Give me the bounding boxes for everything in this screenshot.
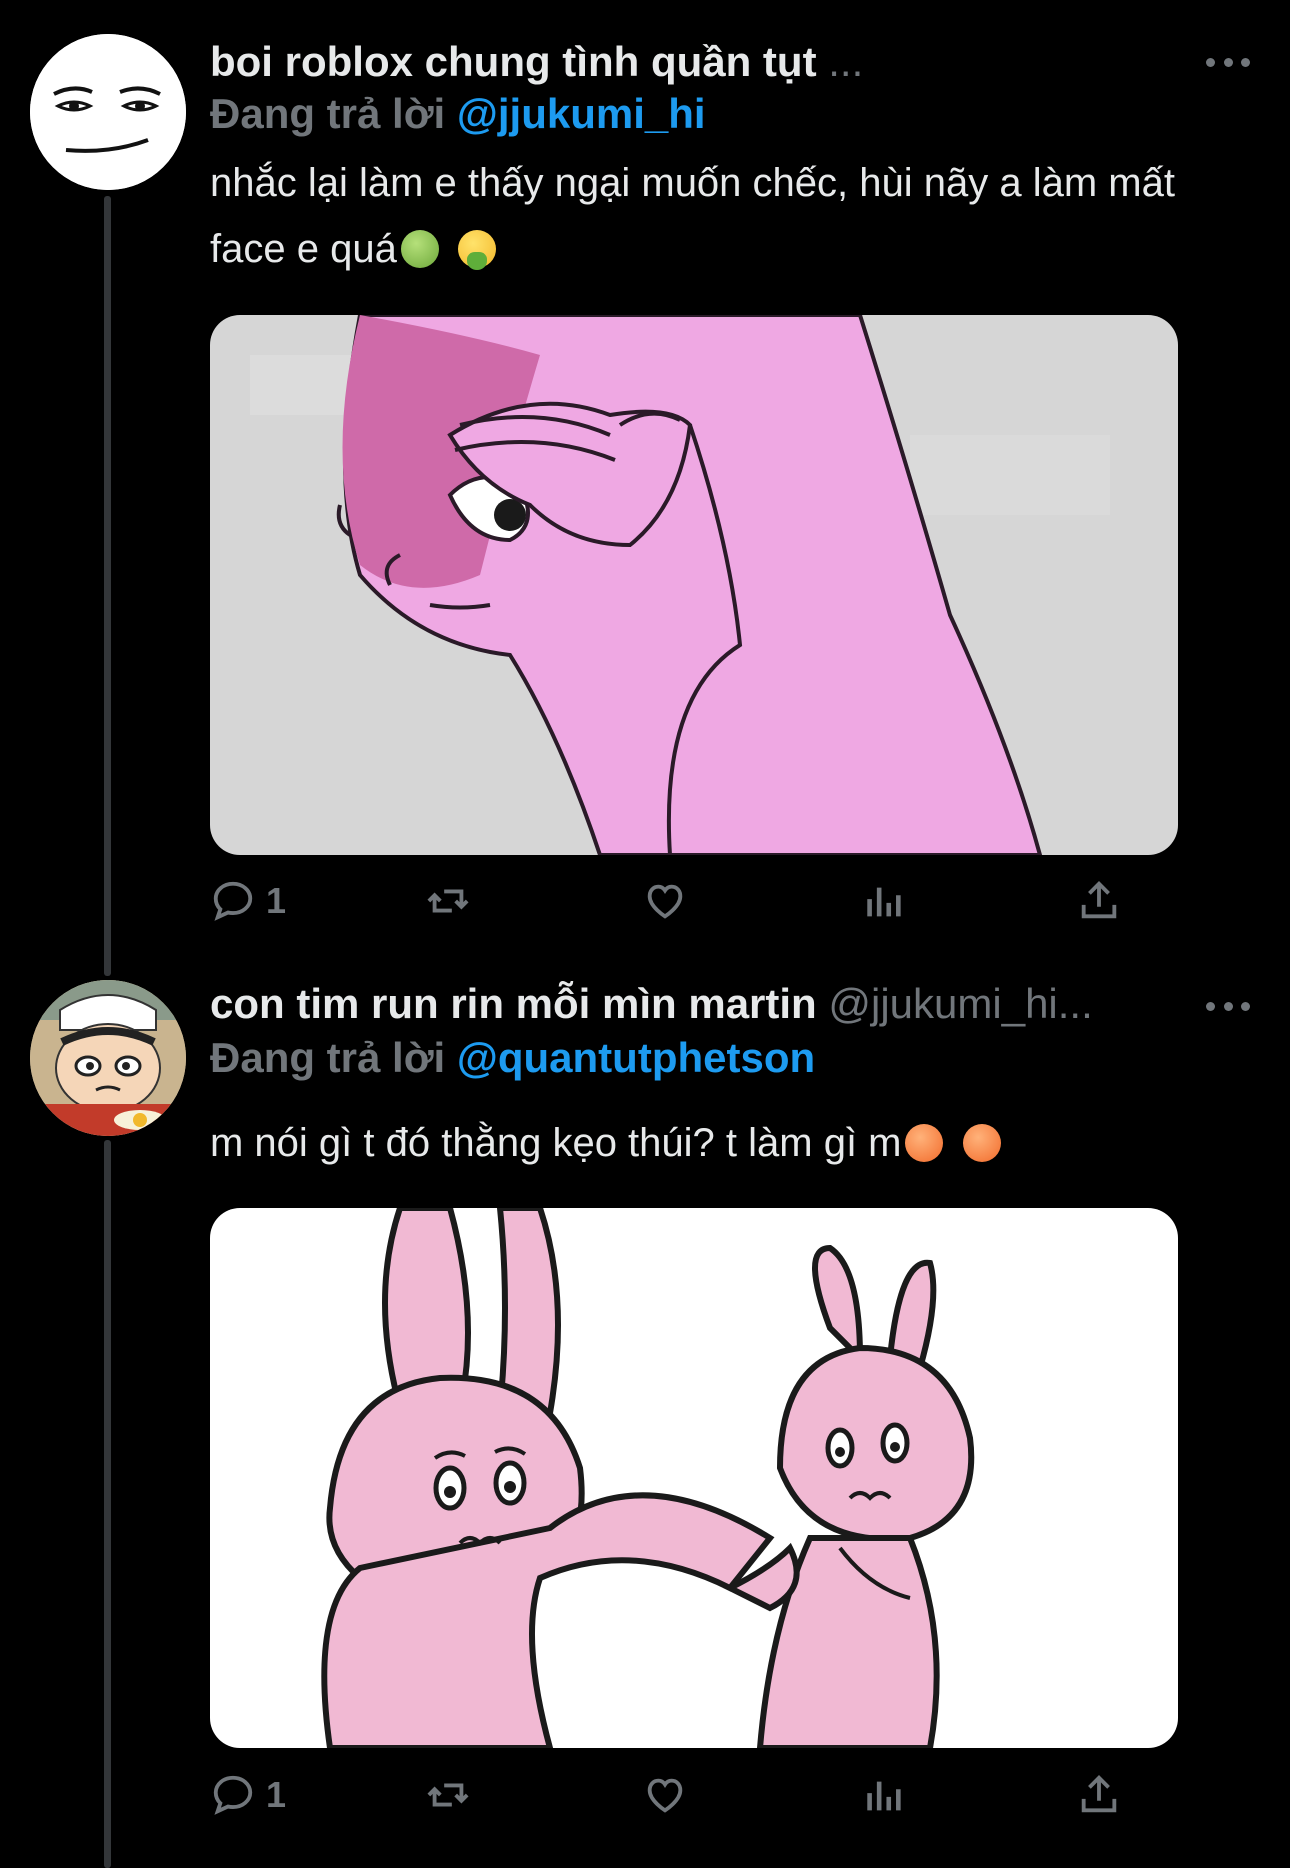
roblox-face-avatar [30,34,186,190]
replying-label: Đang trả lời [210,90,446,137]
analytics-icon [867,1781,901,1811]
reply-icon [213,881,253,921]
analytics-button[interactable] [860,878,906,924]
tweet-text-body: m nói gì t đó thằng kẹo thúi? t làm gì m [210,1121,902,1165]
meme-image [210,315,1178,855]
thread-line [104,196,111,976]
replying-to: Đang trả lời @jjukumi_hi [210,88,706,140]
replying-label: Đang trả lời [210,1034,446,1081]
display-name[interactable]: con tim run rin mỗi mìn martin [210,980,817,1027]
like-button[interactable] [642,878,688,924]
tweet-text-body: nhắc lại làm e thấy ngại muốn chếc, hùi … [210,161,1175,271]
replying-to: Đang trả lời @quantutphetson [210,1032,815,1084]
handle[interactable]: @jjukumi_hi... [828,980,1092,1027]
handle[interactable]: ... [828,38,863,85]
tweet-header: con tim run rin mỗi mìn martin @jjukumi_… [210,978,1093,1030]
share-button[interactable] [1076,878,1122,924]
retweet-icon [427,1783,469,1807]
replying-mention[interactable]: @quantutphetson [457,1034,815,1081]
tweet-text: m nói gì t đó thằng kẹo thúi? t làm gì m [210,1110,1240,1176]
heart-icon [647,884,683,919]
more-options-icon[interactable] [1206,996,1250,1016]
vomiting-face-emoji [457,230,496,270]
reply-count: 1 [266,1774,287,1815]
cartoon-chef-avatar [30,980,186,1136]
tweet-text: nhắc lại làm e thấy ngại muốn chếc, hùi … [210,150,1240,282]
tweet-media[interactable] [210,1208,1178,1748]
heart-icon [647,1778,683,1813]
analytics-button[interactable] [860,1772,906,1818]
tweet-actions: 1 [210,1772,1130,1832]
retweet-icon [427,889,469,913]
meme-image [210,1208,1178,1748]
share-button[interactable] [1076,1772,1122,1818]
tweet-media[interactable] [210,315,1178,855]
avatar[interactable] [30,34,186,190]
reply-button[interactable]: 1 [210,1772,286,1818]
reply-icon [213,1775,253,1815]
tweet-header: boi roblox chung tình quần tụt ... [210,36,863,88]
avatar[interactable] [30,980,186,1136]
reply-button[interactable]: 1 [210,878,286,924]
nauseated-face-emoji [400,230,439,268]
angry-face-emoji [905,1124,944,1162]
share-icon [1081,881,1117,919]
like-button[interactable] [642,1772,688,1818]
thread-line [104,1140,111,1868]
analytics-icon [867,887,901,917]
reply-count: 1 [266,880,287,921]
replying-mention[interactable]: @jjukumi_hi [457,90,706,137]
tweet-actions: 1 [210,878,1130,938]
retweet-button[interactable] [425,878,471,924]
share-icon [1081,1775,1117,1813]
retweet-button[interactable] [425,1772,471,1818]
more-options-icon[interactable] [1206,52,1250,72]
angry-face-emoji [962,1124,1001,1162]
display-name[interactable]: boi roblox chung tình quần tụt [210,38,817,85]
